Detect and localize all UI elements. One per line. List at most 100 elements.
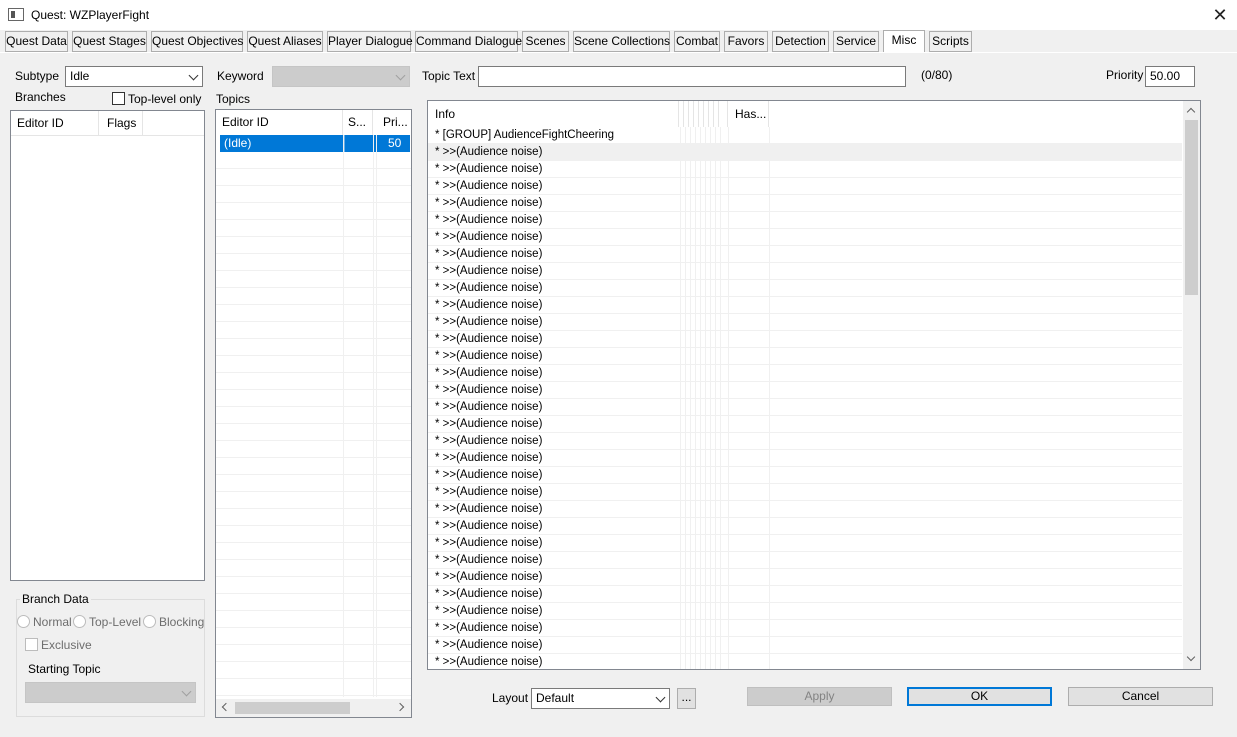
list-item[interactable]: * >>(Audience noise) xyxy=(428,331,1182,348)
list-item[interactable]: * >>(Audience noise) xyxy=(428,518,1182,535)
grid-line xyxy=(216,474,411,475)
list-item[interactable]: * >>(Audience noise) xyxy=(428,178,1182,195)
list-item[interactable]: * >>(Audience noise) xyxy=(428,212,1182,229)
horizontal-scrollbar[interactable] xyxy=(216,699,411,717)
grid-line xyxy=(216,253,411,254)
table-row[interactable]: (Idle) 50 xyxy=(220,135,410,152)
tab-scripts[interactable]: Scripts xyxy=(929,31,972,52)
tab-detection[interactable]: Detection xyxy=(772,31,829,52)
list-item[interactable]: * >>(Audience noise) xyxy=(428,382,1182,399)
scroll-up-icon[interactable] xyxy=(1186,107,1196,117)
tab-service[interactable]: Service xyxy=(833,31,879,52)
list-item[interactable]: * >>(Audience noise) xyxy=(428,620,1182,637)
list-item[interactable]: * >>(Audience noise) xyxy=(428,297,1182,314)
scroll-right-icon[interactable] xyxy=(395,702,405,712)
info-col-stubs[interactable] xyxy=(678,101,728,127)
scrollbar-thumb[interactable] xyxy=(235,702,350,714)
info-col-has[interactable]: Has... xyxy=(729,101,769,127)
starting-topic-dropdown[interactable] xyxy=(25,682,196,703)
exclusive-checkbox[interactable] xyxy=(25,638,38,651)
priority-input[interactable]: 50.00 xyxy=(1145,66,1195,87)
grid-line xyxy=(216,661,411,662)
tab-player-dialogue[interactable]: Player Dialogue xyxy=(327,31,413,52)
toplevel-only-checkbox[interactable] xyxy=(112,92,125,105)
layout-dropdown[interactable]: Default xyxy=(531,688,670,709)
branches-col-flags[interactable]: Flags xyxy=(99,111,143,135)
grid-line xyxy=(216,525,411,526)
list-item[interactable]: * >>(Audience noise) xyxy=(428,229,1182,246)
tab-combat[interactable]: Combat xyxy=(674,31,720,52)
grid-line xyxy=(216,219,411,220)
list-item[interactable]: * >>(Audience noise) xyxy=(428,399,1182,416)
topics-col-s[interactable]: S... xyxy=(343,110,373,135)
radio-normal[interactable] xyxy=(17,615,30,628)
info-list[interactable]: Info Has... * [GROUP] AudienceFightCheer… xyxy=(427,100,1201,670)
tab-scenes[interactable]: Scenes xyxy=(522,31,569,52)
info-col-info[interactable]: Info xyxy=(428,101,678,127)
list-item[interactable]: * >>(Audience noise) xyxy=(428,535,1182,552)
keyword-dropdown[interactable] xyxy=(272,66,410,87)
close-icon[interactable]: ✕ xyxy=(1207,3,1233,27)
topics-col-priority[interactable]: Pri... xyxy=(376,110,411,135)
layout-options-button[interactable]: ... xyxy=(677,688,696,709)
list-item[interactable]: * >>(Audience noise) xyxy=(428,365,1182,382)
scrollbar-thumb[interactable] xyxy=(1185,120,1198,295)
col-divider xyxy=(720,127,721,669)
topics-col-editor-id[interactable]: Editor ID xyxy=(216,110,343,135)
col-divider xyxy=(685,127,686,669)
list-item[interactable]: * >>(Audience noise) xyxy=(428,195,1182,212)
tab-favors[interactable]: Favors xyxy=(724,31,768,52)
tab-quest-aliases[interactable]: Quest Aliases xyxy=(247,31,323,52)
title-bar: Quest: WZPlayerFight ✕ xyxy=(0,0,1237,30)
list-item[interactable]: * >>(Audience noise) xyxy=(428,654,1182,669)
tab-misc[interactable]: Misc xyxy=(883,30,925,53)
toplevel-only-label: Top-level only xyxy=(128,92,202,106)
list-item[interactable]: * >>(Audience noise) xyxy=(428,314,1182,331)
list-item[interactable]: * >>(Audience noise) xyxy=(428,484,1182,501)
list-item[interactable]: * [GROUP] AudienceFightCheering xyxy=(428,127,1182,144)
cancel-button[interactable]: Cancel xyxy=(1068,687,1213,706)
topic-text-input[interactable] xyxy=(478,66,906,87)
cell-divider xyxy=(344,135,345,152)
list-item[interactable]: * >>(Audience noise) xyxy=(428,603,1182,620)
grid-line xyxy=(216,338,411,339)
list-item[interactable]: * >>(Audience noise) xyxy=(428,501,1182,518)
list-item[interactable]: * >>(Audience noise) xyxy=(428,161,1182,178)
ok-button[interactable]: OK xyxy=(907,687,1052,706)
list-item[interactable]: * >>(Audience noise) xyxy=(428,467,1182,484)
apply-button[interactable]: Apply xyxy=(747,687,892,706)
list-item[interactable]: * >>(Audience noise) xyxy=(428,569,1182,586)
tab-quest-stages[interactable]: Quest Stages xyxy=(72,31,147,52)
radio-toplevel[interactable] xyxy=(73,615,86,628)
col-divider xyxy=(705,127,706,669)
radio-blocking[interactable] xyxy=(143,615,156,628)
branches-list[interactable]: Editor ID Flags xyxy=(10,110,205,581)
vertical-scrollbar[interactable] xyxy=(1183,101,1200,669)
grid-line xyxy=(216,287,411,288)
tab-command-dialogue[interactable]: Command Dialogue xyxy=(415,31,522,52)
subtype-value: Idle xyxy=(70,69,90,83)
list-item[interactable]: * >>(Audience noise) xyxy=(428,348,1182,365)
list-item[interactable]: * >>(Audience noise) xyxy=(428,586,1182,603)
topics-list[interactable]: Editor ID S... Pri... (Idle) 50 xyxy=(215,109,412,718)
tab-scene-collections[interactable]: Scene Collections xyxy=(573,31,670,52)
subtype-dropdown[interactable]: Idle xyxy=(65,66,203,87)
list-item[interactable]: * >>(Audience noise) xyxy=(428,263,1182,280)
tab-quest-objectives[interactable]: Quest Objectives xyxy=(151,31,243,52)
list-item[interactable]: * >>(Audience noise) xyxy=(428,246,1182,263)
scroll-down-icon[interactable] xyxy=(1186,652,1196,662)
chevron-down-icon xyxy=(181,686,192,697)
list-item[interactable]: * >>(Audience noise) xyxy=(428,433,1182,450)
list-item[interactable]: * >>(Audience noise) xyxy=(428,552,1182,569)
list-item[interactable]: * >>(Audience noise) xyxy=(428,280,1182,297)
list-item[interactable]: * >>(Audience noise) xyxy=(428,637,1182,654)
col-divider xyxy=(680,127,681,669)
branches-label: Branches xyxy=(15,90,66,104)
tab-quest-data[interactable]: Quest Data xyxy=(5,31,68,52)
scroll-left-icon[interactable] xyxy=(221,702,231,712)
list-item[interactable]: * >>(Audience noise) xyxy=(428,144,1182,161)
list-item[interactable]: * >>(Audience noise) xyxy=(428,450,1182,467)
grid-line xyxy=(216,423,411,424)
list-item[interactable]: * >>(Audience noise) xyxy=(428,416,1182,433)
branches-col-editor-id[interactable]: Editor ID xyxy=(11,111,99,135)
